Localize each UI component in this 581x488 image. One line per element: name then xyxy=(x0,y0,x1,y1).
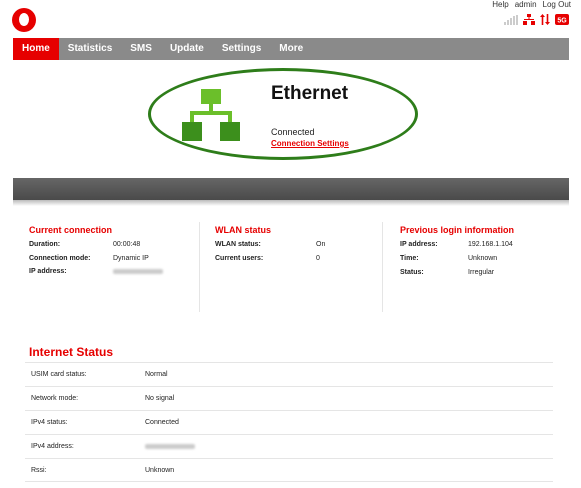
table-row: IPv4 status: Connected xyxy=(25,410,553,434)
column-divider xyxy=(382,222,383,312)
user-link[interactable]: admin xyxy=(515,0,537,9)
5g-icon: 5G xyxy=(555,14,569,25)
connection-mode-value: Dynamic IP xyxy=(113,255,149,262)
ipv4-address-redacted xyxy=(145,444,195,449)
vodafone-logo xyxy=(12,8,36,32)
tab-update[interactable]: Update xyxy=(161,38,213,60)
help-link[interactable]: Help xyxy=(492,0,508,9)
internet-status-title: Internet Status xyxy=(29,345,114,359)
ethernet-status: Connected xyxy=(271,127,315,137)
connection-mode-label: Connection mode: xyxy=(29,255,91,262)
connection-settings-link[interactable]: Connection Settings xyxy=(271,139,349,148)
prev-ip-label: IP address: xyxy=(400,241,438,248)
previous-login-title: Previous login information xyxy=(400,225,515,235)
duration-value: 00:00:48 xyxy=(113,241,141,248)
main-nav: Home Statistics SMS Update Settings More xyxy=(13,38,569,60)
ethernet-title: Ethernet xyxy=(271,83,349,104)
logout-link[interactable]: Log Out xyxy=(543,0,571,9)
table-row: Network mode: No signal xyxy=(25,386,553,410)
column-divider xyxy=(199,222,200,312)
tab-home[interactable]: Home xyxy=(13,38,59,60)
ip-address-redacted xyxy=(113,269,163,276)
wlan-status-title: WLAN status xyxy=(215,225,271,235)
data-transfer-icon xyxy=(540,14,550,25)
signal-bars-icon xyxy=(504,14,518,25)
table-row: Rssi: Unknown xyxy=(25,458,553,482)
current-connection-title: Current connection xyxy=(29,225,113,235)
tab-sms[interactable]: SMS xyxy=(121,38,161,60)
svg-text:5G: 5G xyxy=(557,17,567,24)
prev-time-value: Unknown xyxy=(468,255,498,262)
network-icon xyxy=(523,14,535,25)
tab-statistics[interactable]: Statistics xyxy=(59,38,121,60)
wlan-status-value: On xyxy=(316,241,326,248)
prev-time-label: Time: xyxy=(400,255,419,262)
current-users-value: 0 xyxy=(316,255,320,262)
prev-ip-value: 192.168.1.104 xyxy=(468,241,513,248)
tab-more[interactable]: More xyxy=(270,38,312,60)
wlan-status-label: WLAN status: xyxy=(215,241,261,248)
banner-shadow xyxy=(13,200,569,206)
current-users-label: Current users: xyxy=(215,255,264,262)
prev-status-label: Status: xyxy=(400,269,424,276)
prev-status-value: Irregular xyxy=(468,269,495,276)
top-links: Help admin Log Out xyxy=(492,0,571,9)
table-row: IPv4 address: xyxy=(25,434,553,458)
dark-banner xyxy=(13,178,569,200)
table-row: USIM card status: Normal xyxy=(25,362,553,386)
duration-label: Duration: xyxy=(29,241,61,248)
ip-address-label: IP address: xyxy=(29,268,67,275)
tab-settings[interactable]: Settings xyxy=(213,38,270,60)
ethernet-network-icon xyxy=(182,89,240,141)
status-icons: 5G xyxy=(504,14,569,25)
